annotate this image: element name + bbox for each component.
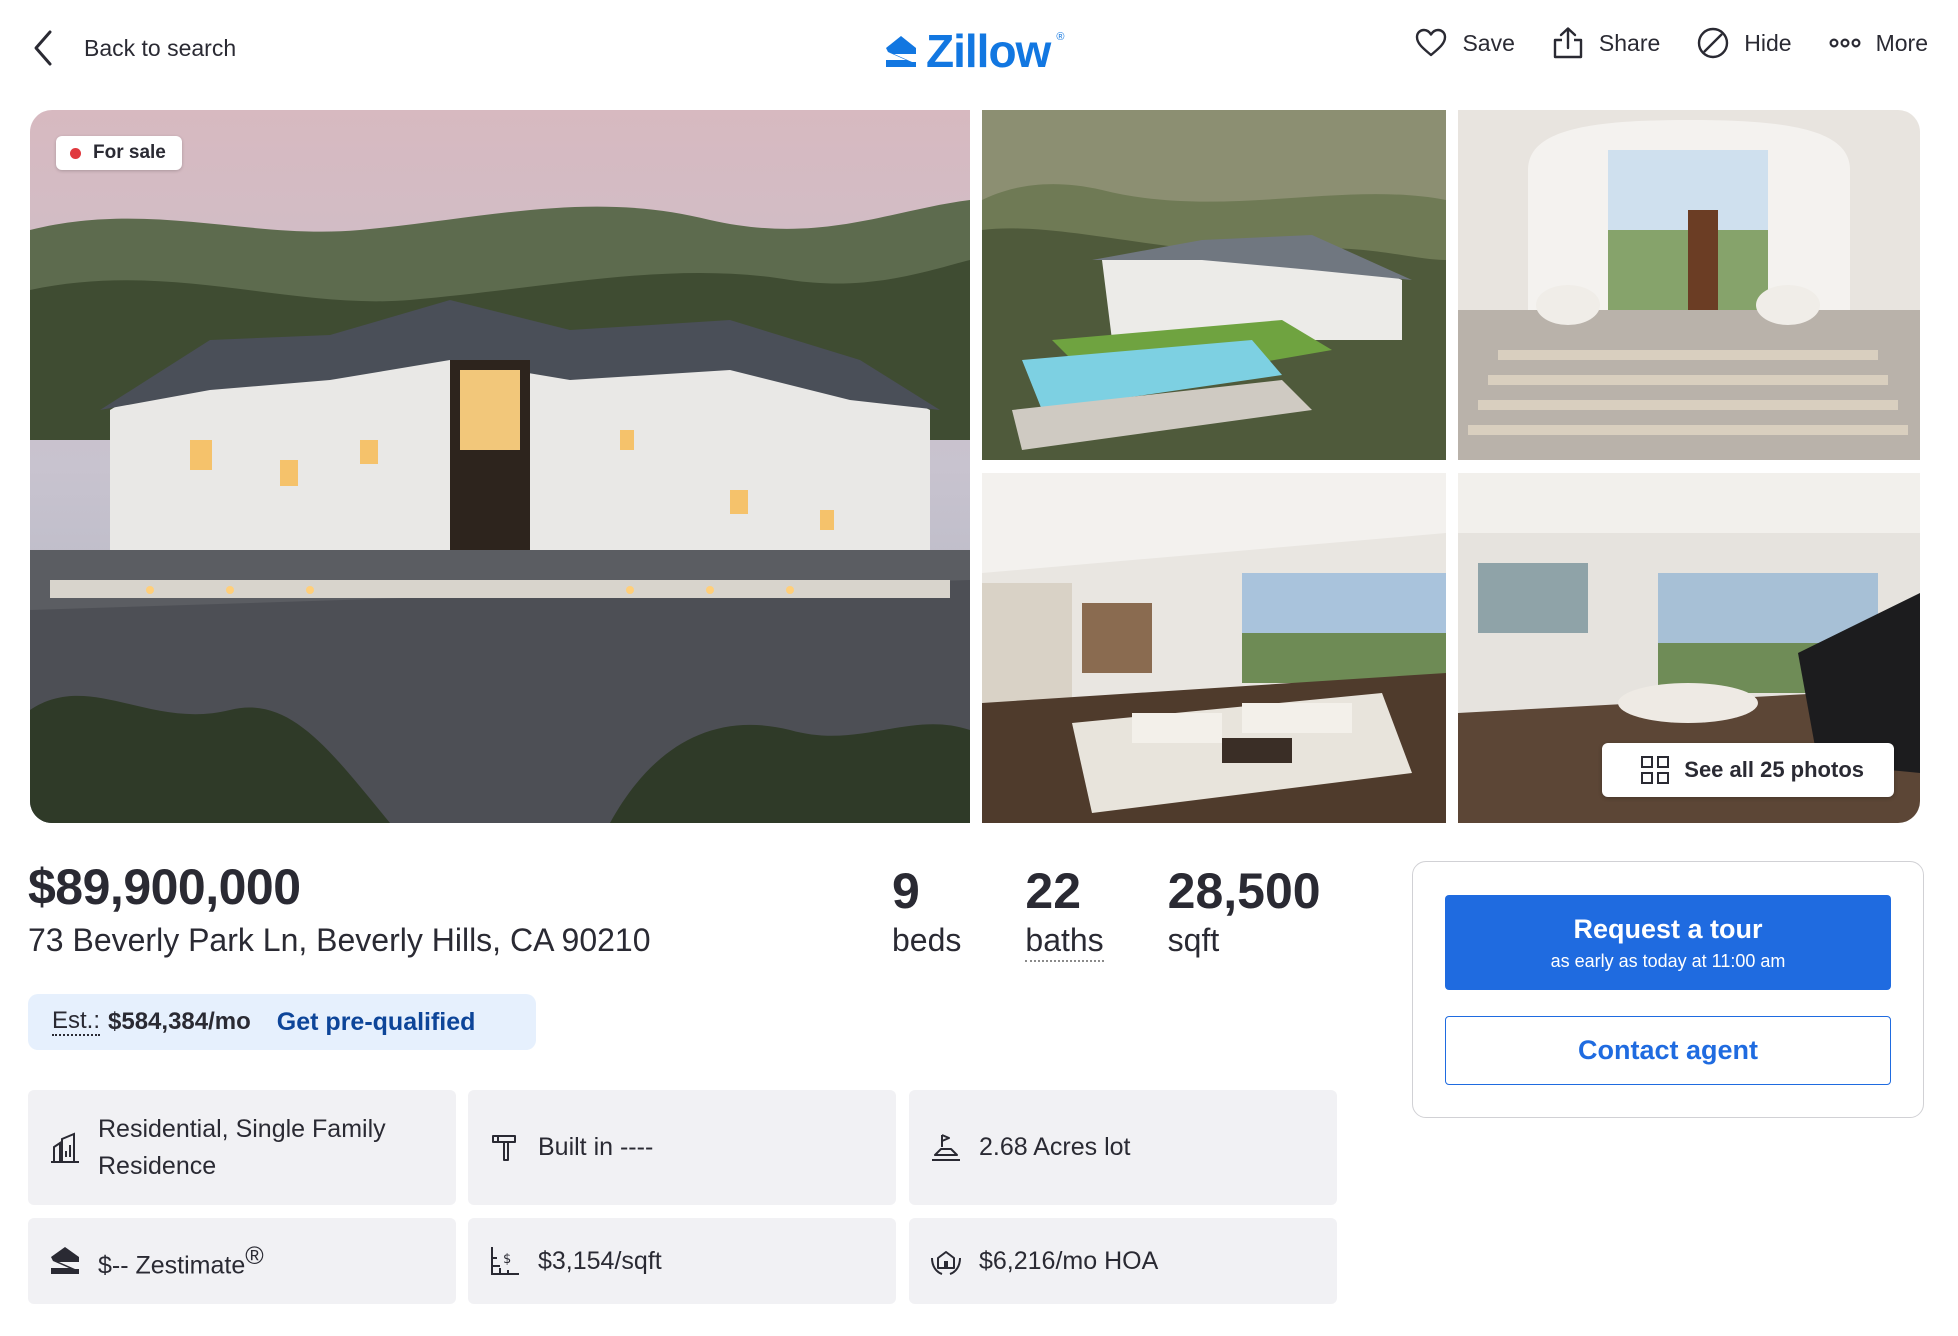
listing-stats: 9 beds 22 baths 28,500 sqft [892, 862, 1321, 962]
fact-price-per-sqft-text: $3,154/sqft [538, 1246, 662, 1275]
fact-hoa-text: $6,216/mo HOA [979, 1246, 1159, 1275]
estimate-label[interactable]: Est.: [52, 1008, 101, 1036]
get-pre-qualified-link[interactable]: Get pre-qualified [277, 1008, 476, 1037]
baths-value: 22 [1025, 863, 1082, 919]
building-chart-icon [51, 1132, 79, 1163]
baths-stat[interactable]: 22 baths [1025, 862, 1104, 962]
hoa-hands-icon [931, 1251, 961, 1275]
grid-icon [1641, 756, 1670, 784]
mansion-exterior-image [30, 110, 970, 823]
logo-text: Zillow [926, 25, 1051, 77]
main-photo[interactable]: For sale [30, 110, 970, 823]
header-actions: Save Share Hide More [1414, 26, 1928, 60]
beds-value: 9 [892, 863, 920, 919]
estimate-value: $584,384/mo [108, 1008, 251, 1035]
status-badge-label: For sale [93, 142, 166, 163]
listing-price: $89,900,000 [28, 859, 301, 915]
fact-hoa: $6,216/mo HOA [909, 1218, 1337, 1304]
sqft-value: 28,500 [1167, 863, 1321, 919]
photo-dining-room[interactable]: See all 25 photos [1458, 473, 1920, 823]
hammer-icon [492, 1134, 516, 1161]
request-tour-button[interactable]: Request a tour as early as today at 11:0… [1445, 895, 1891, 990]
fact-price-per-sqft: $ $3,154/sqft [468, 1218, 896, 1304]
fact-year-built-text: Built in ---- [538, 1133, 654, 1161]
top-bar: Back to search Zillow ® Save Share Hide … [0, 0, 1958, 96]
chevron-left-icon [34, 30, 52, 66]
fact-lot-size-text: 2.68 Acres lot [979, 1133, 1131, 1161]
share-label: Share [1598, 29, 1661, 56]
request-tour-label: Request a tour [1573, 913, 1763, 944]
hide-label: Hide [1744, 29, 1792, 56]
beds-stat: 9 beds [892, 862, 961, 962]
svg-text:$: $ [503, 1252, 511, 1267]
photo-aerial-pool[interactable] [982, 110, 1446, 460]
contact-card: Request a tour as early as today at 11:0… [1412, 861, 1924, 1118]
hide-button[interactable]: Hide [1696, 26, 1792, 60]
fact-lot-size: 2.68 Acres lot [909, 1090, 1337, 1205]
fact-zestimate-text: $-- Zestimate® [98, 1238, 264, 1284]
monthly-estimate-banner: Est.: $584,384/mo Get pre-qualified [28, 994, 536, 1050]
zillow-logo[interactable]: Zillow ® [882, 24, 1064, 78]
sqft-stat: 28,500 sqft [1168, 862, 1321, 962]
zillow-house-icon [886, 36, 916, 67]
logo-registered-mark: ® [1056, 31, 1065, 43]
photo-living-room[interactable] [982, 473, 1446, 823]
fact-home-type-text: Residential, Single Family Residence [98, 1114, 386, 1180]
hide-icon [1698, 27, 1729, 59]
save-button[interactable]: Save [1414, 26, 1515, 60]
living-room-image [982, 473, 1446, 823]
baths-label[interactable]: baths [1025, 920, 1104, 962]
for-sale-dot-icon [70, 147, 81, 159]
share-icon [1553, 27, 1583, 59]
contact-agent-button[interactable]: Contact agent [1445, 1016, 1891, 1085]
aerial-pool-image [982, 110, 1446, 460]
fact-year-built: Built in ---- [468, 1090, 896, 1205]
photo-entry-foyer[interactable] [1458, 110, 1920, 460]
photo-gallery: For sale See all 25 photos [30, 110, 1920, 823]
zestimate-value: $-- Zestimate [98, 1251, 246, 1280]
fact-zestimate[interactable]: $-- Zestimate® [28, 1218, 456, 1304]
more-dots-icon [1829, 38, 1861, 48]
share-button[interactable]: Share [1551, 26, 1660, 60]
back-label: Back to search [84, 34, 237, 61]
heart-icon [1416, 28, 1447, 57]
sqft-label: sqft [1167, 922, 1220, 958]
back-to-search-link[interactable]: Back to search [30, 28, 236, 68]
zillow-z-icon [51, 1247, 79, 1274]
entry-foyer-image [1458, 110, 1920, 460]
beds-label: beds [892, 922, 962, 958]
status-badge: For sale [56, 136, 182, 170]
see-all-photos-button[interactable]: See all 25 photos [1602, 743, 1894, 797]
contact-agent-label: Contact agent [1577, 1035, 1758, 1065]
registered-mark: ® [245, 1241, 264, 1270]
listing-address: 73 Beverly Park Ln, Beverly Hills, CA 90… [28, 922, 651, 958]
fact-home-type: Residential, Single Family Residence [28, 1090, 456, 1205]
price-per-sqft-icon: $ [491, 1247, 519, 1275]
see-all-photos-label: See all 25 photos [1684, 757, 1864, 782]
more-label: More [1875, 29, 1928, 56]
lot-size-icon [932, 1133, 960, 1161]
request-tour-sublabel: as early as today at 11:00 am [1550, 950, 1786, 971]
more-button[interactable]: More [1828, 26, 1928, 60]
save-label: Save [1462, 29, 1515, 56]
